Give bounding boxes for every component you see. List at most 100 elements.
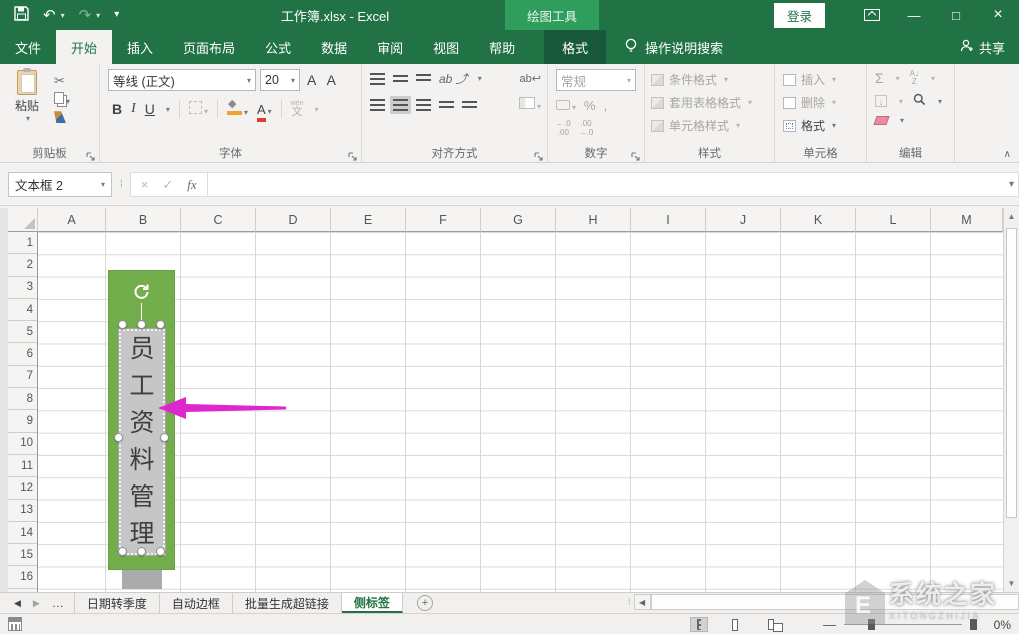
resize-handle-top-left[interactable] [118, 320, 127, 329]
tab-formulas[interactable]: 公式 [250, 30, 306, 64]
undo-icon[interactable]: ↶ [43, 8, 56, 23]
customize-qat-icon[interactable]: ▾ [114, 10, 119, 20]
font-name-select[interactable]: 等线 (正文)▾ [108, 69, 256, 91]
clear-icon[interactable] [873, 116, 889, 125]
column-header-L[interactable]: L [856, 208, 931, 232]
zoom-out-icon[interactable]: — [823, 617, 836, 632]
align-bottom-icon[interactable] [416, 74, 431, 83]
name-box-dropdown-icon[interactable]: ▾ [101, 180, 105, 189]
column-header-J[interactable]: J [706, 208, 781, 232]
row-header-6[interactable]: 6 [8, 343, 37, 365]
tab-file[interactable]: 文件 [0, 30, 56, 64]
fill-color-dropdown-icon[interactable]: ▾ [244, 108, 248, 117]
page-layout-view-button[interactable] [726, 617, 744, 632]
italic-button[interactable]: I [131, 101, 136, 117]
tab-data[interactable]: 数据 [306, 30, 362, 64]
bold-button[interactable]: B [112, 101, 122, 117]
new-sheet-button[interactable]: + [417, 595, 433, 611]
row-header-16[interactable]: 16 [8, 566, 37, 588]
macro-record-icon[interactable] [8, 617, 22, 631]
alignment-dialog-launcher-icon[interactable] [534, 150, 544, 160]
column-header-I[interactable]: I [631, 208, 706, 232]
tab-home[interactable]: 开始 [56, 30, 112, 64]
select-all-corner[interactable] [8, 208, 38, 232]
ribbon-display-options-button[interactable] [851, 0, 893, 30]
row-header-13[interactable]: 13 [8, 500, 37, 522]
row-header-15[interactable]: 15 [8, 544, 37, 566]
page-break-view-button[interactable] [762, 617, 780, 632]
number-dialog-launcher-icon[interactable] [631, 150, 641, 160]
vertical-scrollbar[interactable]: ▲ ▼ [1003, 208, 1019, 592]
collapse-ribbon-icon[interactable]: ∧ [1004, 149, 1011, 160]
orientation-icon[interactable]: ab ⤴ [439, 70, 468, 87]
formula-bar-splitter[interactable]: ⁞ [120, 179, 122, 190]
formula-input[interactable]: ▾ [208, 172, 1019, 197]
formula-bar-expand-icon[interactable]: ▾ [1009, 179, 1014, 190]
hscroll-splitter[interactable]: ⁞ [628, 597, 630, 607]
sheet-tab-3[interactable]: 批量生成超链接 [233, 593, 342, 613]
horizontal-scrollbar[interactable]: ⁞ ◀ [628, 593, 1019, 611]
column-header-F[interactable]: F [406, 208, 481, 232]
normal-view-button[interactable] [690, 617, 708, 632]
resize-handle-mid-left[interactable] [114, 433, 123, 442]
tab-page-layout[interactable]: 页面布局 [168, 30, 250, 64]
sheet-tab-1[interactable]: 日期转季度 [74, 593, 160, 613]
close-button[interactable]: × [977, 0, 1019, 30]
font-dialog-launcher-icon[interactable] [348, 150, 358, 160]
column-header-K[interactable]: K [781, 208, 856, 232]
align-middle-icon[interactable] [393, 73, 408, 85]
row-header-3[interactable]: 3 [8, 277, 37, 299]
tab-view[interactable]: 视图 [418, 30, 474, 64]
decrease-indent-icon[interactable] [439, 99, 454, 111]
copy-dropdown-icon[interactable]: ▾ [66, 97, 70, 106]
font-size-select[interactable]: 20▾ [260, 69, 300, 91]
row-header-9[interactable]: 9 [8, 410, 37, 432]
column-header-G[interactable]: G [481, 208, 556, 232]
column-header-A[interactable]: A [38, 208, 106, 232]
vertical-scroll-thumb[interactable] [1006, 228, 1017, 518]
hscroll-left-icon[interactable]: ◀ [634, 594, 651, 610]
column-header-D[interactable]: D [256, 208, 331, 232]
insert-function-icon[interactable]: fx [187, 177, 196, 193]
row-header-4[interactable]: 4 [8, 299, 37, 321]
resize-handle-bottom-left[interactable] [118, 547, 127, 556]
signin-button[interactable]: 登录 [774, 3, 825, 28]
paste-dropdown-icon[interactable]: ▾ [26, 114, 30, 123]
align-top-icon[interactable] [370, 73, 385, 85]
copy-button[interactable]: ▾ [54, 92, 70, 107]
tab-review[interactable]: 审阅 [362, 30, 418, 64]
undo-dropdown-icon[interactable]: ▾ [61, 11, 65, 20]
align-left-icon[interactable] [370, 99, 385, 111]
scroll-up-icon[interactable]: ▲ [1004, 208, 1019, 225]
row-header-7[interactable]: 7 [8, 366, 37, 388]
column-header-E[interactable]: E [331, 208, 406, 232]
more-sheets-icon[interactable]: … [52, 596, 64, 610]
font-color-dropdown-icon[interactable]: ▾ [268, 107, 272, 116]
row-header-5[interactable]: 5 [8, 321, 37, 343]
row-header-2[interactable]: 2 [8, 254, 37, 276]
horizontal-scroll-thumb[interactable] [651, 594, 1019, 610]
column-header-M[interactable]: M [931, 208, 1003, 232]
row-header-10[interactable]: 10 [8, 433, 37, 455]
tab-help[interactable]: 帮助 [474, 30, 530, 64]
maximize-button[interactable]: □ [935, 0, 977, 30]
zoom-level[interactable]: 0% [985, 618, 1011, 632]
cut-icon[interactable]: ✂ [54, 74, 70, 88]
name-box[interactable]: 文本框 2▾ [8, 172, 112, 197]
column-header-C[interactable]: C [181, 208, 256, 232]
underline-button[interactable]: U [145, 101, 155, 117]
resize-handle-bottom-right[interactable] [156, 547, 165, 556]
format-painter-icon[interactable] [54, 111, 66, 123]
zoom-slider[interactable] [844, 624, 962, 625]
underline-dropdown-icon[interactable]: ▾ [166, 105, 170, 114]
paste-button[interactable]: 粘贴 ▾ [8, 70, 46, 145]
minimize-button[interactable]: — [893, 0, 935, 30]
rotate-handle-icon[interactable] [132, 282, 151, 301]
font-color-button[interactable]: A▾ [257, 102, 272, 117]
vertical-textbox[interactable]: 员 工 资 料 管 理 [119, 329, 165, 555]
column-header-B[interactable]: B [106, 208, 181, 232]
increase-indent-icon[interactable] [462, 99, 477, 111]
scroll-down-icon[interactable]: ▼ [1004, 575, 1019, 592]
align-center-icon[interactable] [393, 99, 408, 111]
wrap-text-icon[interactable]: ab↩ [520, 72, 541, 85]
